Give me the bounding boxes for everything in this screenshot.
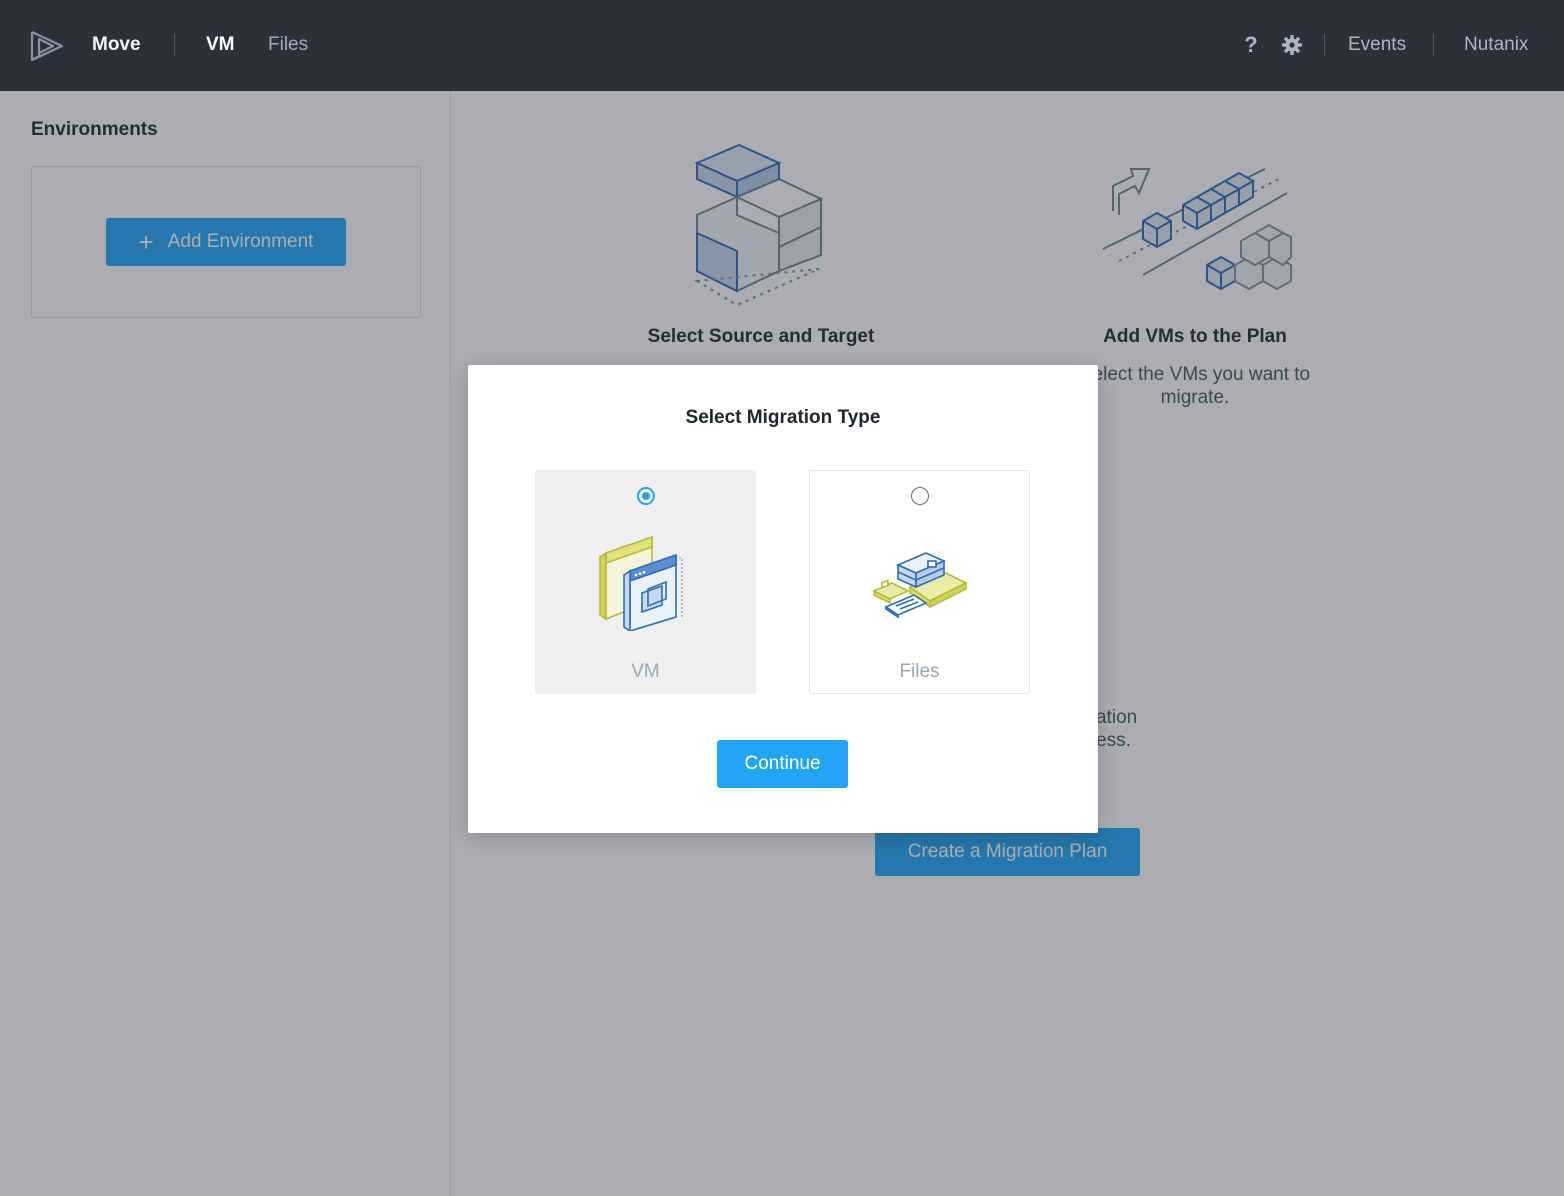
- divider: [174, 34, 175, 56]
- move-logo-icon[interactable]: [29, 29, 65, 63]
- user-menu[interactable]: Nutanix: [1464, 33, 1528, 57]
- files-radio[interactable]: [911, 487, 929, 505]
- events-link[interactable]: Events: [1348, 33, 1406, 57]
- help-icon[interactable]: ?: [1242, 32, 1260, 58]
- continue-button[interactable]: Continue: [717, 740, 848, 788]
- divider: [1324, 34, 1325, 56]
- migration-option-vm[interactable]: VM: [535, 470, 756, 694]
- tab-vm[interactable]: VM: [206, 33, 235, 57]
- gear-icon[interactable]: [1281, 34, 1303, 56]
- migration-option-files[interactable]: Files: [809, 470, 1030, 694]
- top-navigation-bar: Move VM Files ? Events Nutanix: [0, 0, 1564, 91]
- vm-radio[interactable]: [637, 487, 655, 505]
- option-label: VM: [631, 661, 660, 682]
- files-stack-icon: [872, 552, 968, 619]
- tab-files[interactable]: Files: [268, 33, 308, 57]
- dialog-title: Select Migration Type: [685, 407, 881, 428]
- app-name: Move: [92, 34, 141, 55]
- option-label: Files: [899, 661, 940, 682]
- divider: [1433, 34, 1434, 56]
- vm-window-icon: [599, 535, 683, 631]
- select-migration-type-dialog: Select Migration Type VM Files Continue: [468, 365, 1098, 833]
